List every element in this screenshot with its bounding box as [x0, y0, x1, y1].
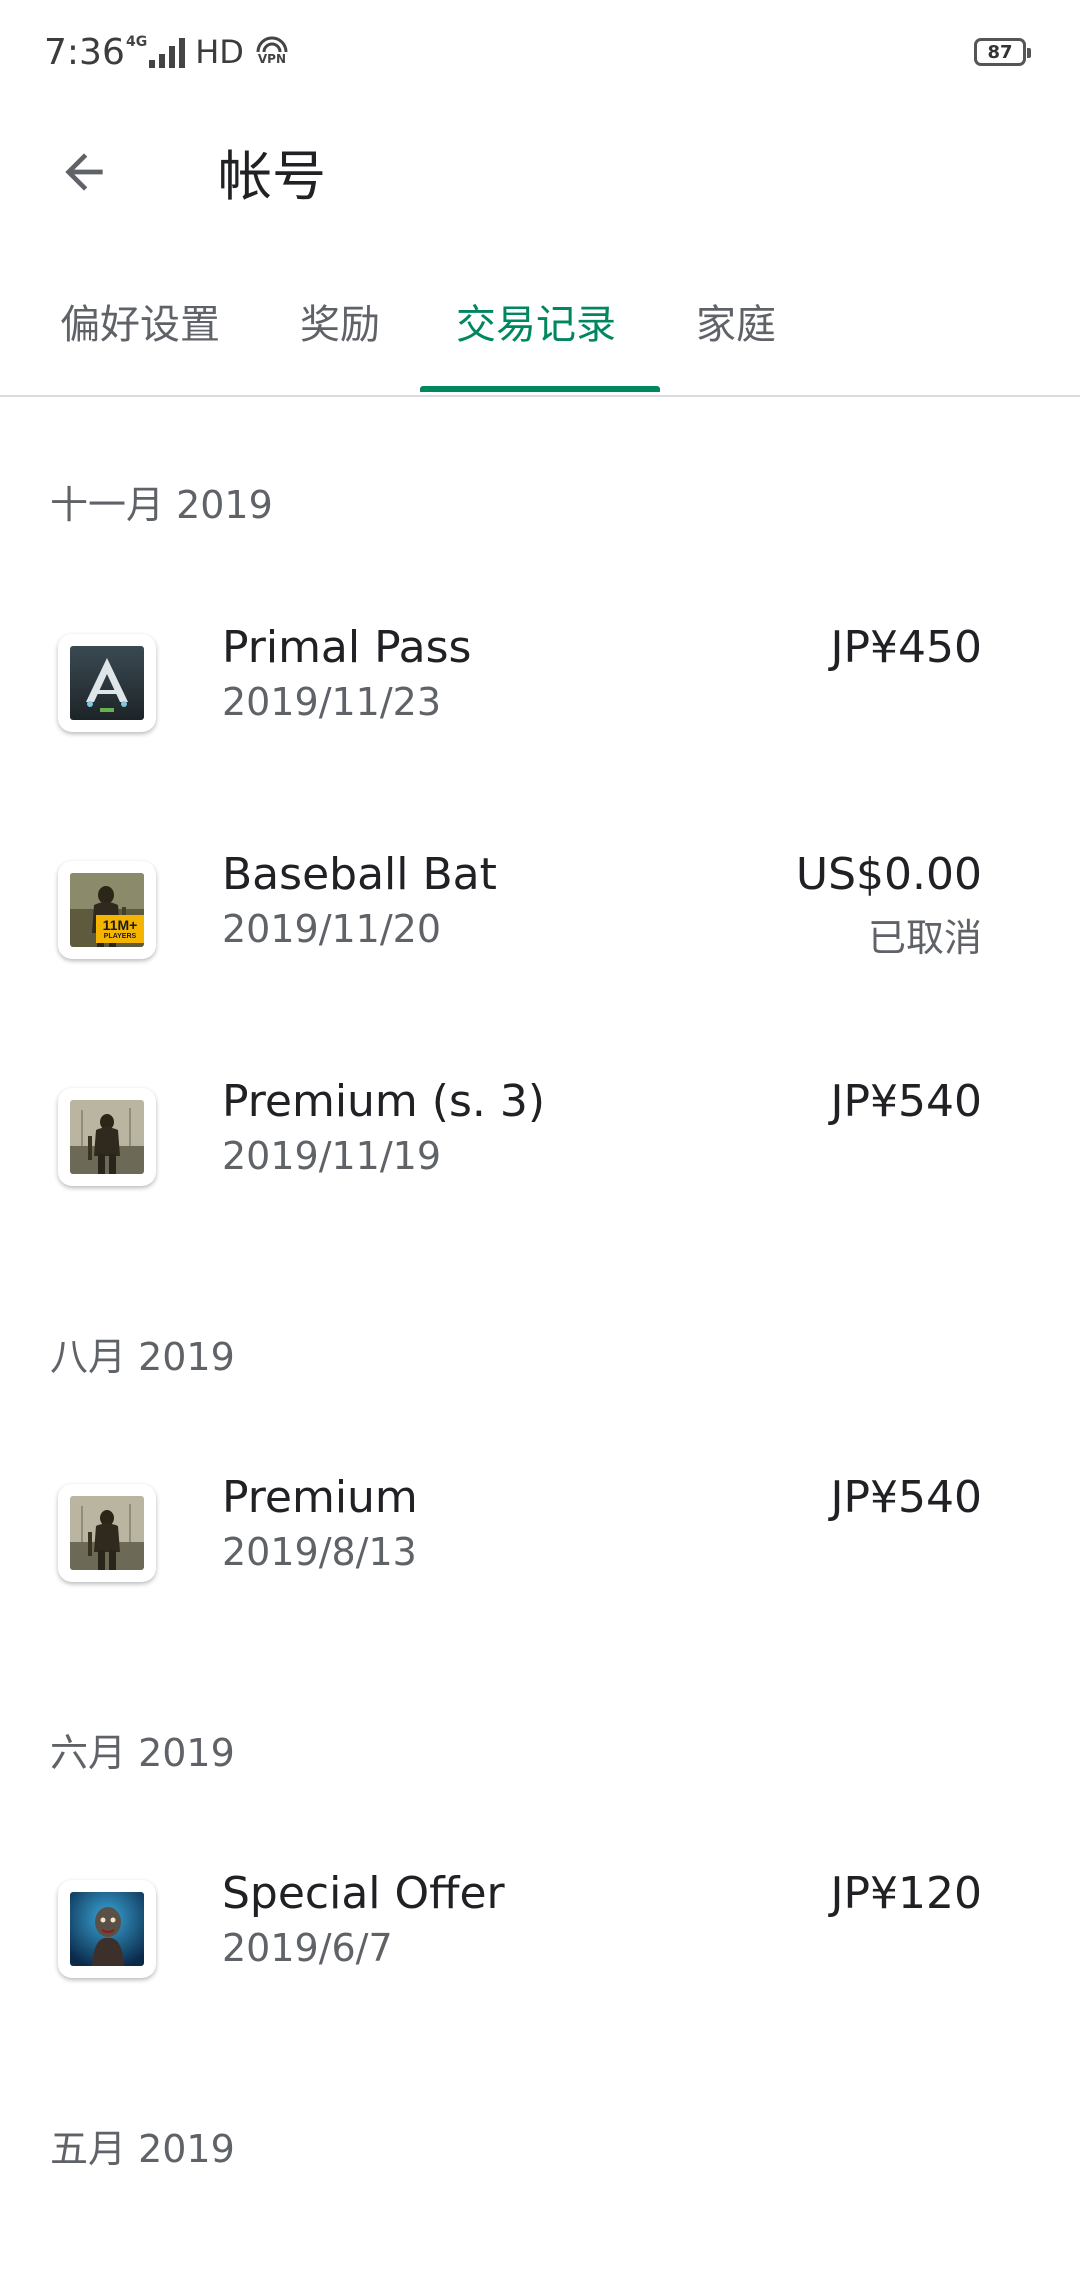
item-date: 2019/11/19 — [222, 1134, 442, 1178]
survival-game-icon — [70, 1100, 144, 1174]
app-icon-card — [58, 634, 156, 732]
item-date: 2019/8/13 — [222, 1530, 417, 1574]
status-bar: 7:36 4G HD VPN 87 — [0, 0, 1080, 110]
hd-label: HD — [195, 33, 244, 71]
survival-game-icon — [70, 1496, 144, 1570]
transaction-row[interactable]: 11M+ PLAYERS Baseball Bat 2019/11/20 US$… — [0, 849, 1080, 979]
network-indicator: 4G HD VPN — [126, 32, 292, 72]
item-date: 2019/11/23 — [222, 680, 442, 724]
players-badge-count: 11M+ — [102, 917, 138, 933]
arrow-back-icon — [65, 153, 103, 191]
app-icon-card — [58, 1088, 156, 1186]
page-title: 帐号 — [218, 145, 326, 208]
transaction-row[interactable]: Primal Pass 2019/11/23 JP¥450 — [0, 622, 1080, 752]
item-price: JP¥540 — [830, 1472, 983, 1523]
item-title: Premium — [222, 1472, 418, 1523]
back-button[interactable] — [40, 128, 128, 216]
players-badge-label: PLAYERS — [103, 933, 137, 940]
item-title: Baseball Bat — [222, 849, 497, 900]
tabs-divider — [0, 395, 1080, 397]
item-title: Primal Pass — [222, 622, 472, 673]
zombie-game-icon — [70, 1892, 144, 1966]
vpn-label: VPN — [257, 52, 286, 66]
app-icon-card — [58, 1484, 156, 1582]
item-date: 2019/11/20 — [222, 907, 442, 951]
section-header-may-2019: 五月 2019 — [50, 2127, 235, 2171]
ark-game-icon — [70, 646, 144, 720]
vpn-icon: VPN — [252, 32, 292, 72]
transaction-row[interactable]: Premium (s. 3) 2019/11/19 JP¥540 — [0, 1076, 1080, 1206]
app-icon-card: 11M+ PLAYERS — [58, 861, 156, 959]
active-tab-indicator — [420, 386, 660, 392]
status-time: 7:36 — [44, 32, 125, 73]
item-date: 2019/6/7 — [222, 1926, 393, 1970]
battery-level: 87 — [987, 41, 1013, 63]
item-price: US$0.00 — [795, 849, 982, 900]
section-header-aug-2019: 八月 2019 — [50, 1335, 235, 1379]
item-title: Special Offer — [222, 1868, 505, 1919]
tab-family[interactable]: 家庭 — [696, 292, 776, 350]
survival-game-icon: 11M+ PLAYERS — [70, 873, 144, 947]
players-badge: 11M+ PLAYERS — [96, 915, 144, 943]
item-price: JP¥450 — [830, 622, 983, 673]
signal-icon — [149, 36, 186, 68]
transaction-row[interactable]: Premium 2019/8/13 JP¥540 — [0, 1472, 1080, 1602]
battery-icon: 87 — [974, 38, 1031, 66]
network-type: 4G — [126, 34, 148, 50]
item-price: JP¥120 — [830, 1868, 983, 1919]
tab-bar: 偏好设置 奖励 交易记录 家庭 — [0, 270, 1080, 396]
item-title: Premium (s. 3) — [222, 1076, 545, 1127]
transaction-row[interactable]: Special Offer 2019/6/7 JP¥120 — [0, 1868, 1080, 1998]
tab-preferences[interactable]: 偏好设置 — [60, 292, 220, 350]
section-header-nov-2019: 十一月 2019 — [50, 483, 273, 527]
tab-rewards[interactable]: 奖励 — [300, 292, 380, 350]
item-price: JP¥540 — [830, 1076, 983, 1127]
item-status: 已取消 — [867, 916, 982, 960]
section-header-jun-2019: 六月 2019 — [50, 1731, 235, 1775]
tab-transactions[interactable]: 交易记录 — [456, 292, 616, 350]
app-icon-card — [58, 1880, 156, 1978]
